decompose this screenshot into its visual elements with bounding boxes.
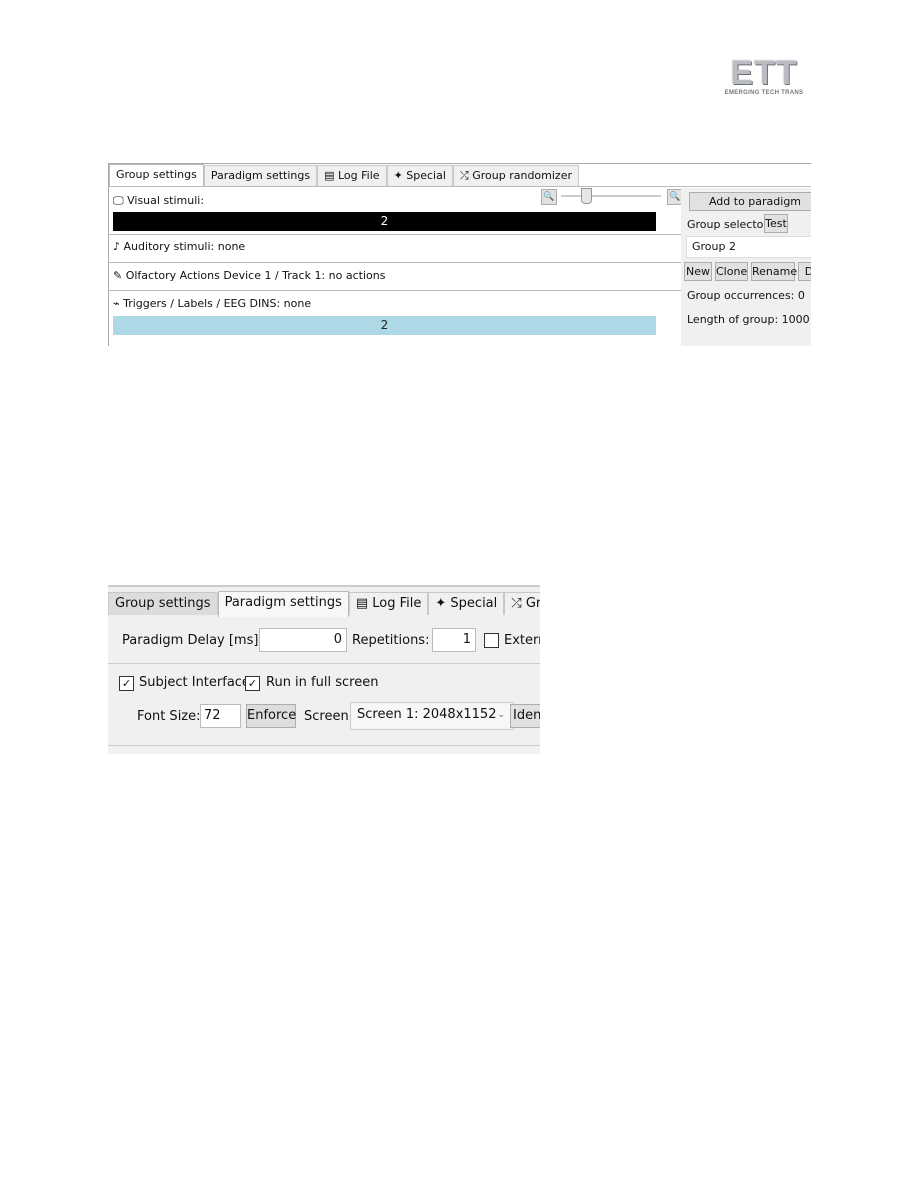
chevron-down-icon: ⌄: [497, 710, 505, 720]
log-icon: ▤: [355, 596, 373, 611]
delete-button[interactable]: D: [798, 262, 811, 281]
group-selector-label: Group selector: [687, 218, 768, 231]
screen-label: Screen: [304, 709, 349, 724]
add-to-paradigm-button[interactable]: Add to paradigm: [689, 192, 811, 211]
tab-paradigm-settings[interactable]: Paradigm settings: [203, 165, 318, 186]
zoom-slider[interactable]: [561, 195, 661, 197]
repetitions-label: Repetitions:: [352, 633, 430, 648]
external-checkbox[interactable]: [484, 633, 499, 648]
zoom-in-icon: 🔍: [669, 192, 681, 202]
trigger-bar[interactable]: 2: [113, 316, 656, 335]
font-size-input[interactable]: 72: [200, 704, 241, 728]
special-icon: ✦: [435, 596, 451, 611]
music-note-icon: ♪: [113, 240, 124, 253]
screen-select[interactable]: Screen 1: 2048x1152 ⌄: [350, 702, 514, 730]
paradigm-delay-input[interactable]: 0: [259, 628, 347, 652]
shuffle-icon: ⤮: [511, 596, 526, 611]
rename-button[interactable]: Rename: [751, 262, 797, 281]
shuffle-icon: ⤮: [459, 169, 473, 182]
zoom-out-button[interactable]: 🔍: [541, 189, 557, 205]
tab-group-settings[interactable]: Group settings: [108, 592, 218, 615]
group-settings-screenshot: Group settings Paradigm settings ▤ Log F…: [108, 163, 811, 346]
triggers-label: ⌁ Triggers / Labels / EEG DINS: none: [113, 297, 312, 310]
visual-stimuli-label: 🖵 Visual stimuli:: [113, 194, 205, 207]
zoom-out-icon: 🔍: [543, 192, 555, 202]
tab-special[interactable]: ✦ Special: [428, 592, 505, 615]
auditory-stimuli-label: ♪ Auditory stimuli: none: [113, 240, 246, 253]
special-icon: ✦: [393, 169, 407, 182]
clone-button[interactable]: Clone: [715, 262, 748, 281]
tab-bar: Group settings Paradigm settings ▤ Log F…: [108, 591, 540, 617]
external-label: Extern: [504, 633, 540, 648]
tab-log-file[interactable]: ▤ Log File: [317, 165, 387, 186]
group-select[interactable]: Group 2: [686, 236, 811, 258]
full-screen-label: Run in full screen: [266, 675, 379, 690]
tab-log-file[interactable]: ▤ Log File: [348, 592, 429, 615]
olfactory-icon: ✎: [113, 269, 126, 282]
full-screen-checkbox[interactable]: ✓: [245, 676, 260, 691]
tab-paradigm-settings[interactable]: Paradigm settings: [217, 591, 349, 617]
log-icon: ▤: [324, 169, 338, 182]
test-button[interactable]: Test: [764, 214, 788, 233]
paradigm-settings-screenshot: Group settings Paradigm settings ▤ Log F…: [108, 585, 540, 754]
tab-bar: Group settings Paradigm settings ▤ Log F…: [109, 164, 579, 187]
trigger-icon: ⌁: [113, 297, 124, 310]
paradigm-delay-label: Paradigm Delay [ms]:: [122, 633, 263, 648]
new-button[interactable]: New: [684, 262, 712, 281]
subject-interface-checkbox[interactable]: ✓: [119, 676, 134, 691]
group-length: Length of group: 1000 m: [687, 313, 811, 326]
monitor-icon: 🖵: [113, 194, 128, 207]
tab-special[interactable]: ✦ Special: [386, 165, 453, 186]
tab-group-randomizer[interactable]: ⤮ Group randomizer: [452, 165, 579, 186]
group-panel: Add to paradigm Group selector Test Grou…: [681, 188, 811, 346]
olfactory-actions-label: ✎ Olfactory Actions Device 1 / Track 1: …: [113, 269, 386, 282]
repetitions-input[interactable]: 1: [432, 628, 476, 652]
zoom-slider-thumb[interactable]: [581, 188, 592, 204]
tab-group-settings[interactable]: Group settings: [109, 164, 204, 187]
identify-button[interactable]: Iden: [510, 704, 540, 728]
visual-stimulus-bar[interactable]: 2: [113, 212, 656, 231]
group-occurrences: Group occurrences: 0: [687, 289, 805, 302]
tab-group-randomizer[interactable]: ⤮ Gro: [504, 592, 540, 615]
font-size-label: Font Size:: [137, 709, 201, 724]
ett-logo: ETT EMERGING TECH TRANS: [724, 54, 804, 96]
enforce-button[interactable]: Enforce: [246, 704, 296, 728]
document-page: ETT EMERGING TECH TRANS Group settings P…: [0, 0, 918, 1188]
subject-interface-label: Subject Interface: [139, 675, 250, 690]
